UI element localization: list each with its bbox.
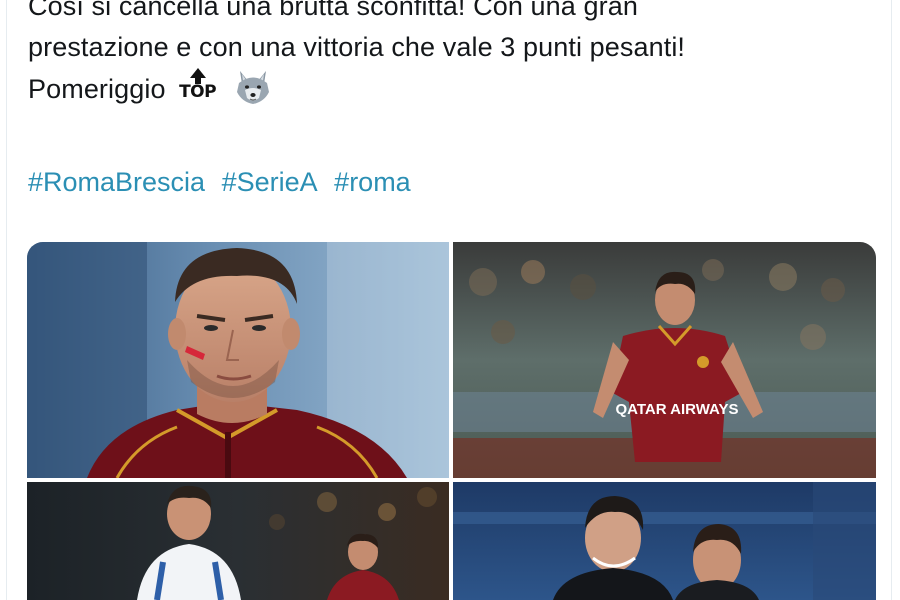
top-arrow-icon: TOP <box>176 68 220 104</box>
player-portrait-photo[interactable] <box>27 242 449 478</box>
top-emoji-label: TOP <box>179 82 217 102</box>
tweet-text: Così si cancella una brutta sconfitta! C… <box>28 0 888 110</box>
hashtag-roma[interactable]: #roma <box>334 167 411 197</box>
wolf-face-icon <box>234 68 272 106</box>
hashtag-row: #RomaBrescia #SerieA #roma <box>28 162 411 203</box>
media-grid: QATAR AIRWAYS <box>27 242 876 600</box>
tweet-line-3: Pomeriggio TOP <box>28 68 888 110</box>
tweet-card: Così si cancella una brutta sconfitta! C… <box>0 0 900 600</box>
card-border-right <box>891 0 892 600</box>
players-celebrating-photo[interactable] <box>453 482 876 600</box>
tweet-line-3-text: Pomeriggio <box>28 74 166 104</box>
hashtag-romabrescia[interactable]: #RomaBrescia <box>28 167 205 197</box>
shirt-sponsor-text: QATAR AIRWAYS <box>615 401 738 418</box>
card-border-left <box>6 0 7 600</box>
player-running-photo[interactable]: QATAR AIRWAYS <box>453 242 876 478</box>
tweet-line-2: prestazione e con una vittoria che vale … <box>28 32 686 62</box>
hashtag-seriea[interactable]: #SerieA <box>222 167 318 197</box>
tweet-line-1: Così si cancella una brutta sconfitta! C… <box>28 0 638 21</box>
players-match-photo[interactable] <box>27 482 449 600</box>
